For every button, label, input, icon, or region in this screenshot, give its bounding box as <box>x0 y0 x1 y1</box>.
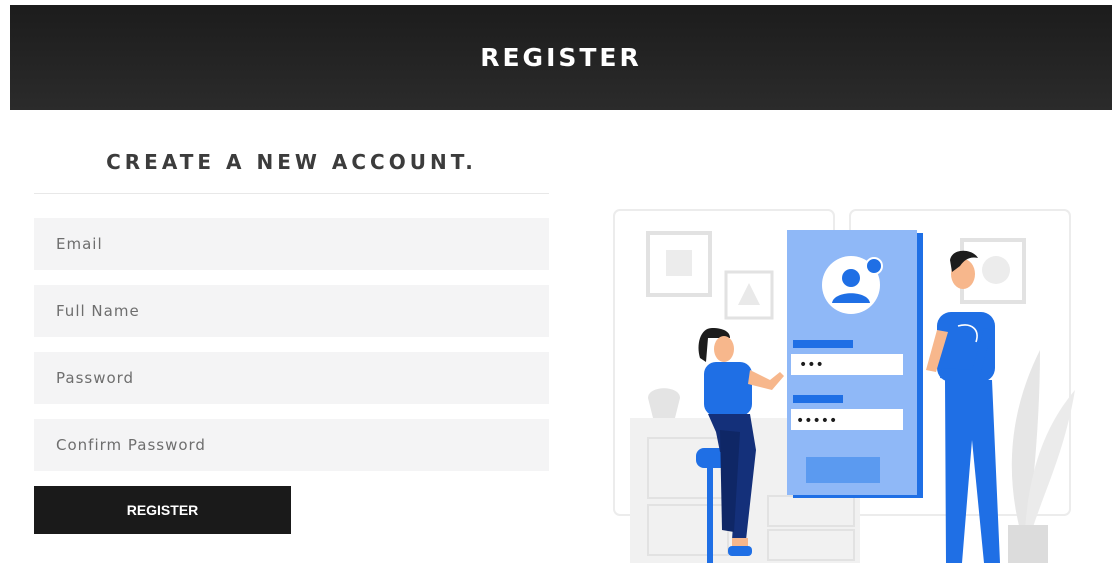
confirm-password-input[interactable] <box>34 419 549 471</box>
password-mask-text: ••••• <box>796 413 837 429</box>
page-header: REGISTER <box>10 5 1112 110</box>
wall-frame <box>724 270 774 320</box>
password-input[interactable] <box>34 352 549 404</box>
registration-illustration: ••• ••••• <box>613 209 1075 563</box>
wall-frame <box>646 231 712 297</box>
form-title: CREATE A NEW ACCOUNT. <box>106 150 477 174</box>
page-title: REGISTER <box>480 43 642 72</box>
phone-screen: ••• ••••• <box>787 230 923 498</box>
form-divider <box>34 193 549 194</box>
password-mask-text: ••• <box>799 357 824 373</box>
email-input[interactable] <box>34 218 549 270</box>
plant-icon <box>1008 350 1075 563</box>
full-name-input[interactable] <box>34 285 549 337</box>
register-button[interactable]: REGISTER <box>34 486 291 534</box>
